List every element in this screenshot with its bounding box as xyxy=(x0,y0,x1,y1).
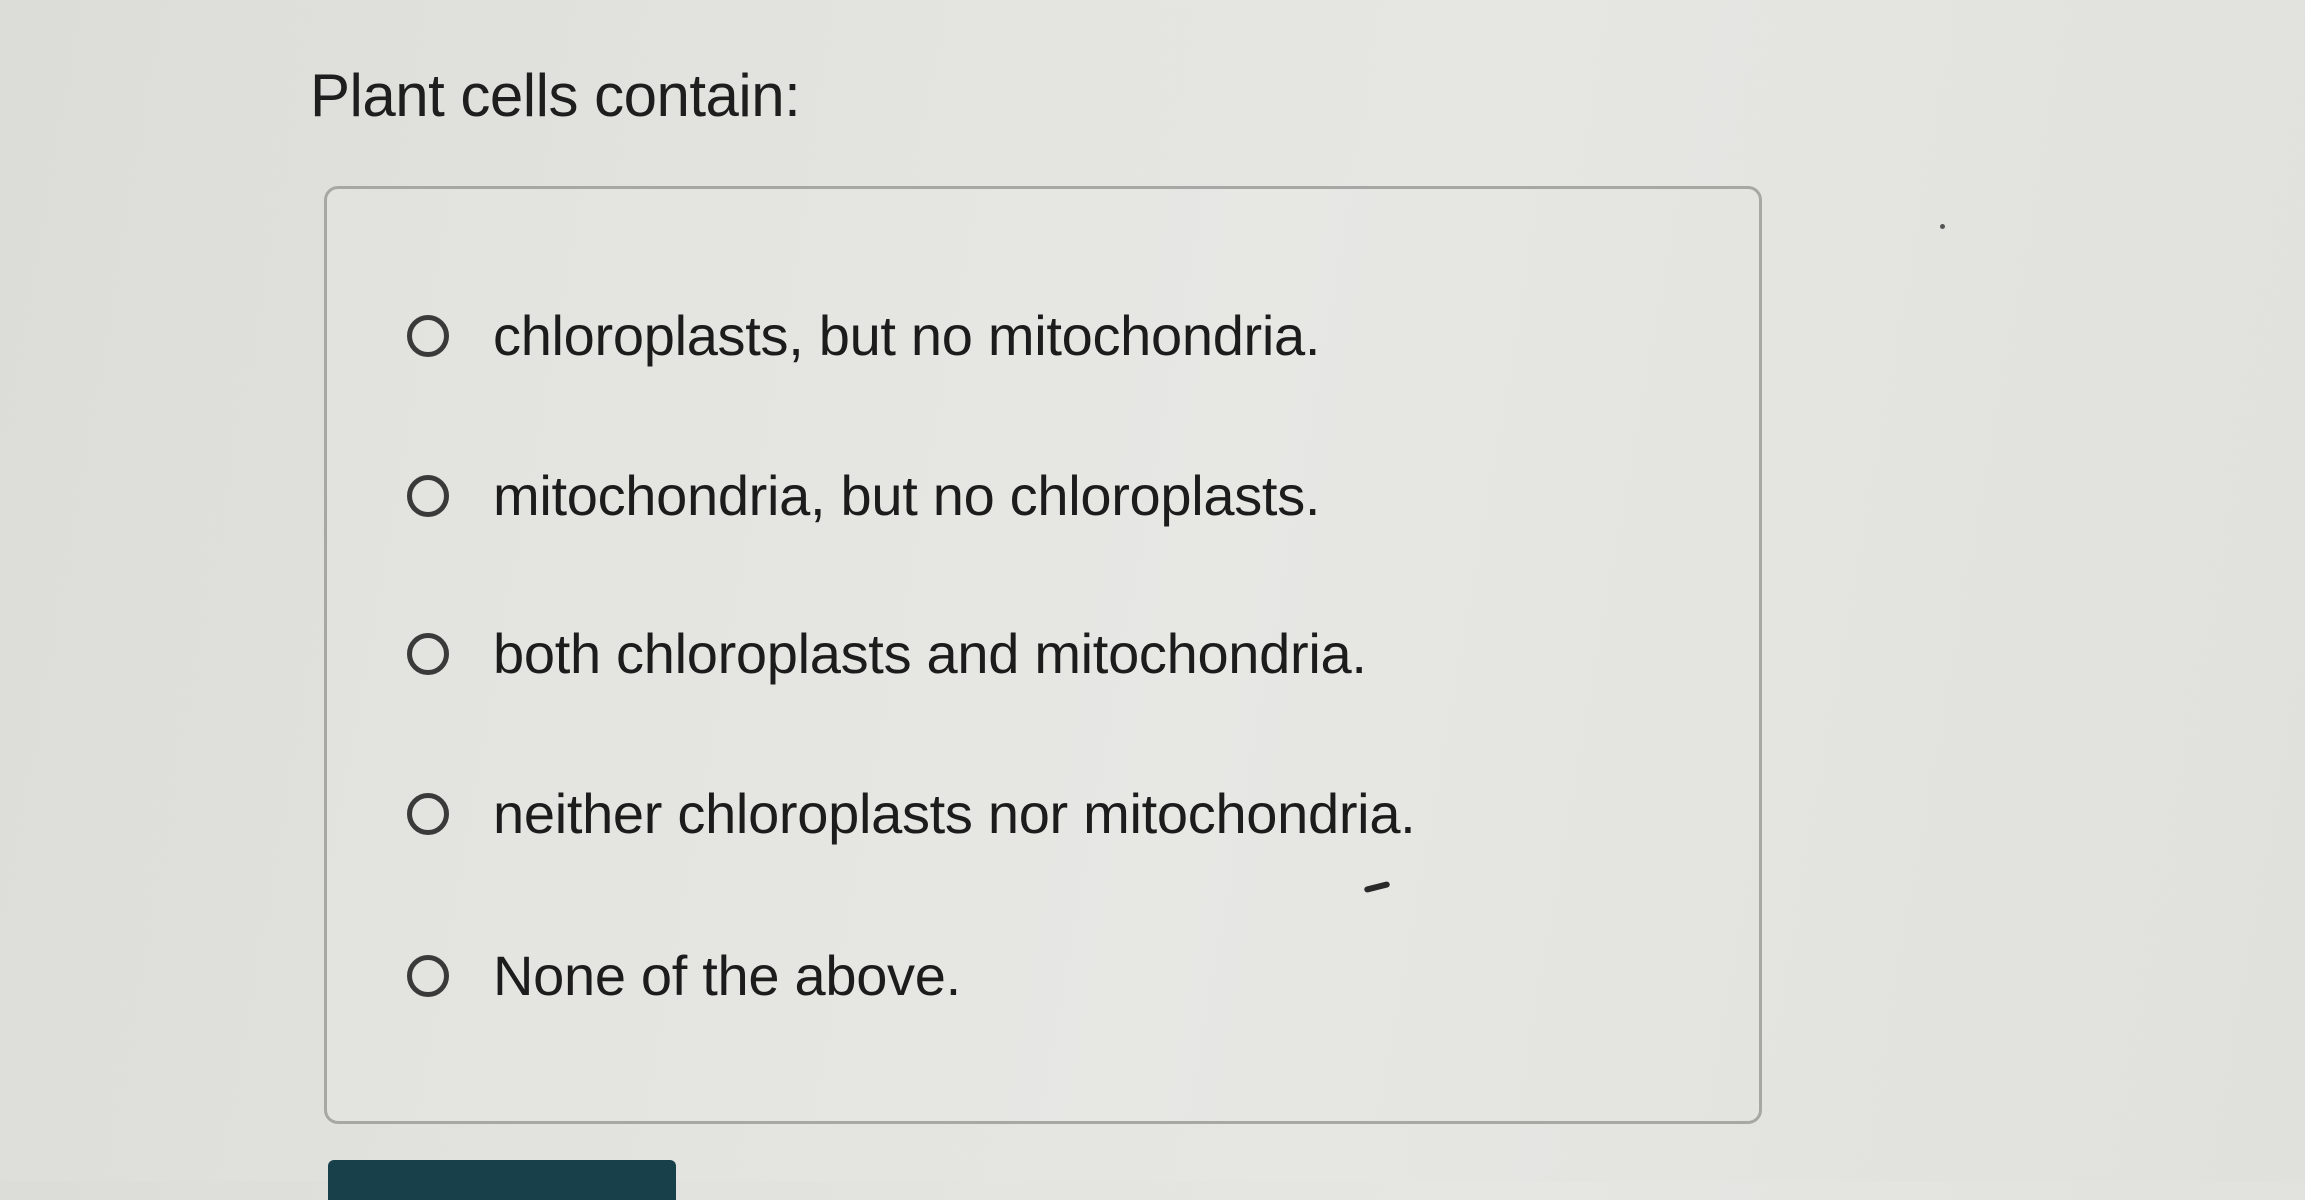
answer-option-label: neither chloroplasts nor mitochondria. xyxy=(493,782,1416,845)
answer-option-label: mitochondria, but no chloroplasts. xyxy=(493,464,1321,527)
answer-option-5[interactable]: None of the above. xyxy=(407,931,961,1021)
answer-option-3[interactable]: both chloroplasts and mitochondria. xyxy=(407,609,1367,699)
answer-option-2[interactable]: mitochondria, but no chloroplasts. xyxy=(407,451,1320,541)
radio-unselected-icon[interactable] xyxy=(407,633,449,675)
screen-smudge-dot xyxy=(1940,224,1945,229)
answer-option-label: None of the above. xyxy=(493,944,961,1007)
answer-options-box: chloroplasts, but no mitochondria. mitoc… xyxy=(324,186,1762,1124)
answer-option-label: chloroplasts, but no mitochondria. xyxy=(493,304,1321,367)
radio-unselected-icon[interactable] xyxy=(407,475,449,517)
answer-option-1[interactable]: chloroplasts, but no mitochondria. xyxy=(407,291,1320,381)
submit-button[interactable] xyxy=(328,1160,676,1200)
answer-option-4[interactable]: neither chloroplasts nor mitochondria. xyxy=(407,769,1416,859)
radio-unselected-icon[interactable] xyxy=(407,315,449,357)
radio-unselected-icon[interactable] xyxy=(407,955,449,997)
answer-option-label: both chloroplasts and mitochondria. xyxy=(493,622,1367,685)
question-title: Plant cells contain: xyxy=(310,62,801,129)
radio-unselected-icon[interactable] xyxy=(407,793,449,835)
